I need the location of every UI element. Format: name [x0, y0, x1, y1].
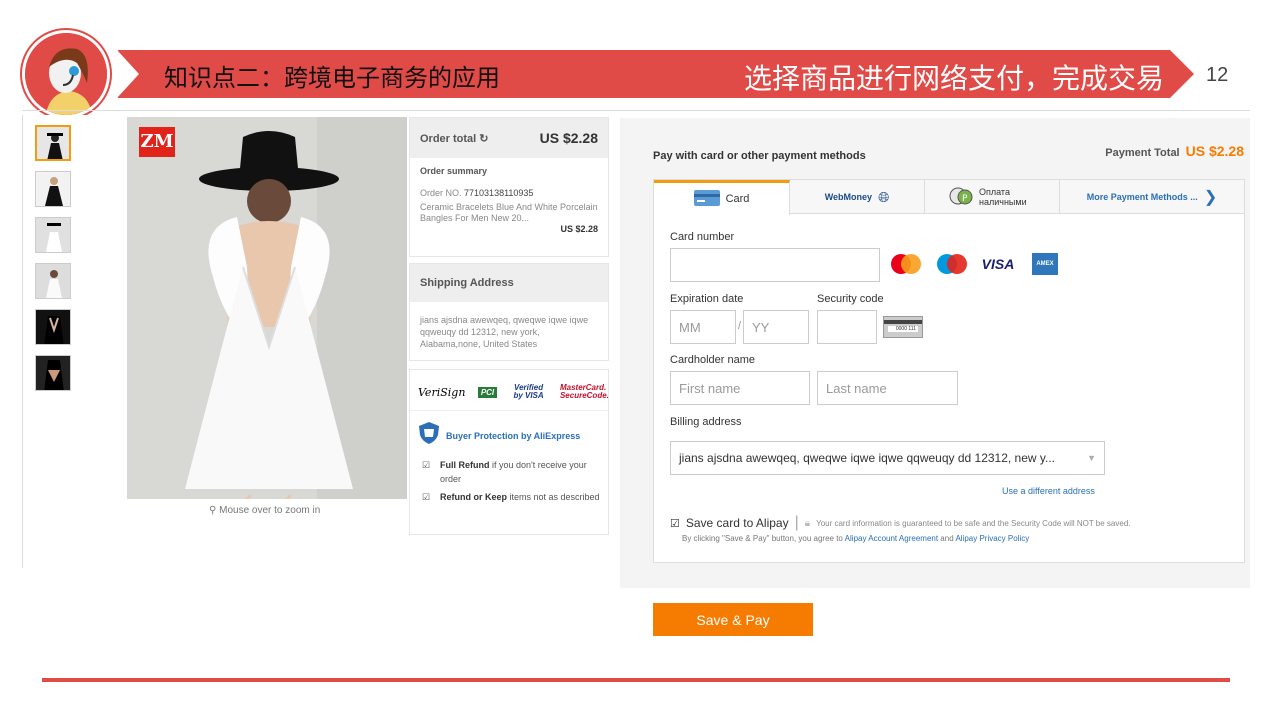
payment-heading: Pay with card or other payment methods [653, 150, 866, 162]
security-code-input[interactable] [817, 310, 877, 344]
svg-text:P: P [962, 194, 968, 204]
footer-line [42, 678, 1230, 682]
item-price: US $2.28 [560, 224, 598, 234]
separator: | [794, 514, 799, 531]
check-icon: ☑ [422, 460, 431, 470]
card-number-input[interactable] [670, 248, 880, 282]
dropdown-arrow-icon: ▼ [1087, 453, 1096, 463]
card-number-label: Card number [670, 231, 735, 243]
coins-icon: P [949, 186, 973, 209]
tab-card[interactable]: Card [654, 180, 790, 215]
order-number: Order NO. 77103138110935 [420, 188, 534, 198]
cardholder-label: Cardholder name [670, 354, 755, 366]
slide-title: 知识点二：跨境电子商务的应用 [164, 65, 500, 92]
shipping-card: Shipping Address jians ajsdna awewqeq, q… [409, 263, 609, 361]
payment-panel: Pay with card or other payment methods P… [620, 118, 1250, 588]
expiry-year-input[interactable]: YY [743, 310, 809, 344]
visa-icon: VISA [981, 256, 1015, 272]
banner-arrow [1170, 50, 1194, 98]
thumbnail-5[interactable] [35, 309, 71, 345]
expiry-month-input[interactable]: MM [670, 310, 736, 344]
thumbnail-3[interactable] [35, 217, 71, 253]
save-card-row: ☑ Save card to Alipay | 🔒︎ Your card inf… [670, 514, 1131, 531]
order-total-label: Order total ↻ [420, 132, 489, 145]
full-refund-label: Full Refund [440, 460, 490, 470]
tab-webmoney[interactable]: WebMoney 🌐︎ [790, 180, 925, 214]
billing-address-select[interactable]: jians ajsdna awewqeq, qweqwe iqwe iqwe q… [670, 441, 1105, 475]
presenter-logo [22, 30, 110, 118]
agreement-text: By clicking "Save & Pay" button, you agr… [682, 534, 1030, 543]
globe-icon: 🌐︎ [878, 188, 890, 205]
shipping-address: jians ajsdna awewqeq, qweqwe iqwe iqwe q… [420, 315, 589, 349]
mastercard-icon [888, 253, 924, 275]
buyer-protection-title: Buyer Protection by AliExpress [446, 430, 581, 441]
use-different-address-link[interactable]: Use a different address [1002, 486, 1095, 496]
shield-icon [418, 421, 440, 450]
expiration-label: Expiration date [670, 293, 744, 305]
product-panel: ZM ⚲ Mouse over to zoom in Order total ↻… [22, 115, 614, 568]
thumbnail-2[interactable] [35, 171, 71, 207]
verified-visa-logo: Verified by VISA [513, 383, 544, 400]
thumbnail-4[interactable] [35, 263, 71, 299]
save-and-pay-button[interactable]: Save & Pay [653, 603, 813, 636]
divider [22, 110, 1250, 111]
payment-total: Payment Total US $2.28 [1105, 143, 1244, 159]
first-name-input[interactable]: First name [670, 371, 810, 405]
payment-form: Card WebMoney 🌐︎ P Оплата наличными More… [653, 179, 1245, 563]
check-icon: ☑ [422, 492, 431, 502]
page-number: 12 [1206, 64, 1229, 86]
privacy-policy-link[interactable]: Alipay Privacy Policy [955, 534, 1029, 543]
last-name-input[interactable]: Last name [817, 371, 958, 405]
zoom-hint: ⚲ Mouse over to zoom in [209, 505, 321, 516]
lock-icon: 🔒︎ [804, 517, 811, 529]
order-total-value: US $2.28 [539, 130, 598, 146]
magnifier-icon: ⚲ [209, 505, 217, 516]
brand-badge: ZM [139, 127, 175, 157]
item-description: Ceramic Bracelets Blue And White Porcela… [420, 202, 598, 223]
maestro-icon [934, 253, 970, 275]
pci-logo: PCI [477, 386, 498, 398]
mastercard-securecode-logo: MasterCard. SecureCode. [559, 383, 609, 400]
product-main-image[interactable]: ZM [127, 117, 407, 499]
slide-subtitle: 选择商品进行网络支付，完成交易 [743, 63, 1164, 94]
payment-tabs: Card WebMoney 🌐︎ P Оплата наличными More… [654, 180, 1244, 215]
cvv-card-icon: 0000 111 [883, 316, 923, 338]
tab-cash[interactable]: P Оплата наличными [925, 180, 1060, 214]
account-agreement-link[interactable]: Alipay Account Agreement [845, 534, 938, 543]
billing-address-label: Billing address [670, 416, 742, 428]
shipping-label: Shipping Address [410, 264, 608, 302]
tab-more-methods[interactable]: More Payment Methods ... ❯ [1060, 180, 1244, 214]
thumbnail-6[interactable] [35, 355, 71, 391]
security-card: VeriSign PCI Verified by VISA MasterCard… [409, 369, 609, 535]
save-card-checkbox[interactable]: ☑ [670, 517, 680, 530]
thumbnail-1[interactable] [35, 125, 71, 161]
title-banner: 知识点二：跨境电子商务的应用 选择商品进行网络支付，完成交易 [117, 50, 1170, 98]
order-card: Order total ↻ US $2.28 Order summary Ord… [409, 117, 609, 257]
security-code-label: Security code [817, 293, 884, 305]
order-summary-label: Order summary [420, 166, 488, 176]
verisign-logo: VeriSign [418, 385, 466, 399]
chevron-right-icon: ❯ [1203, 189, 1218, 206]
date-separator: / [738, 320, 742, 332]
refund-or-keep-label: Refund or Keep [440, 492, 508, 502]
credit-card-icon [693, 189, 720, 209]
refresh-icon[interactable]: ↻ [479, 133, 488, 145]
amex-icon: AMEX [1032, 253, 1058, 275]
